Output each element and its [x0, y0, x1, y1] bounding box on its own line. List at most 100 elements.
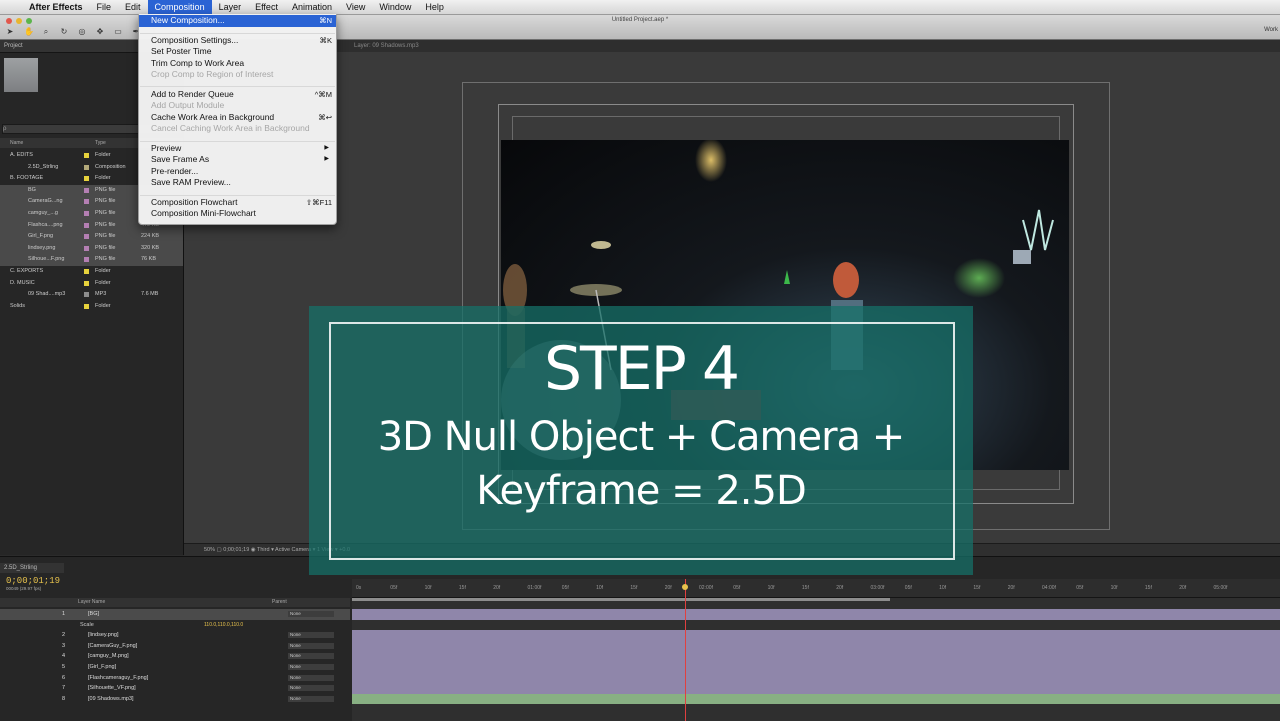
label-color-swatch[interactable]	[84, 164, 89, 170]
parent-dropdown[interactable]: None	[288, 695, 334, 702]
label-color-swatch[interactable]	[84, 199, 89, 205]
timeline-comp-tab[interactable]: 2.5D_Strling	[0, 563, 64, 573]
parent-dropdown[interactable]: None	[288, 642, 334, 649]
menu-item-trim-comp-to-work-area[interactable]: Trim Comp to Work Area	[139, 58, 336, 70]
layer-duration-bar[interactable]	[352, 640, 1280, 652]
menu-edit[interactable]: Edit	[118, 0, 148, 14]
label-color-swatch[interactable]	[84, 245, 89, 251]
menu-item-save-frame-as[interactable]: Save Frame As ▶	[139, 154, 336, 166]
parent-dropdown[interactable]: None	[288, 685, 334, 692]
layer-number: 6	[62, 674, 66, 681]
rectangle-tool-icon[interactable]: ▭	[114, 28, 122, 36]
label-color-swatch[interactable]	[84, 234, 89, 240]
label-color-swatch[interactable]	[84, 303, 89, 309]
layer-name[interactable]: [BG]	[88, 609, 99, 620]
layer-row[interactable]: 3 [CameraGuy_F.png] None	[0, 641, 350, 652]
layer-duration-bar[interactable]	[352, 683, 1280, 694]
menu-item-composition-mini-flowchart[interactable]: Composition Mini-Flowchart	[139, 208, 336, 220]
playhead-handle[interactable]	[682, 584, 688, 590]
layer-name[interactable]: [Flashcameraguy_F.png]	[88, 673, 148, 684]
menu-item-composition-settings[interactable]: Composition Settings... ⌘K	[139, 35, 336, 47]
layer-duration-bar[interactable]	[352, 672, 1280, 684]
menu-layer[interactable]: Layer	[212, 0, 249, 14]
menu-animation[interactable]: Animation	[285, 0, 339, 14]
menu-help[interactable]: Help	[418, 0, 451, 14]
layer-name[interactable]: [Girl_F.png]	[88, 662, 116, 673]
app-menu[interactable]: After Effects	[22, 0, 90, 14]
label-color-swatch[interactable]	[84, 268, 89, 274]
menu-item-composition-flowchart[interactable]: Composition Flowchart ⇧⌘F11	[139, 197, 336, 209]
label-color-swatch[interactable]	[84, 292, 89, 298]
layer-row[interactable]: 1 [BG] None	[0, 609, 350, 620]
pan-behind-tool-icon[interactable]: ✥	[96, 28, 104, 36]
menu-item-preview[interactable]: Preview ▶	[139, 143, 336, 155]
camera-tool-icon[interactable]: ◎	[78, 28, 86, 36]
project-item-name: CameraG...ng	[28, 198, 63, 205]
layer-row[interactable]: 4 [camguy_M.png] None	[0, 651, 350, 662]
current-timecode[interactable]: 0;00;01;19	[6, 576, 60, 586]
project-thumbnail	[4, 58, 38, 92]
current-time-indicator[interactable]	[685, 579, 686, 721]
time-ruler[interactable]: 0s 05f 10f 15f 20f 01:00f 05f 10f 15f 20f 02:00f 05…	[352, 579, 1280, 598]
project-item-row[interactable]: Silhoue...F.png PNG file 76 KB	[0, 254, 183, 266]
layer-name[interactable]: [lindsey.png]	[88, 630, 118, 641]
layer-duration-bar[interactable]	[352, 662, 1280, 673]
layer-viewer-tab[interactable]: Layer: 09 Shadows.mp3	[354, 40, 419, 52]
name-column-header[interactable]: Name	[10, 140, 23, 146]
project-item-row[interactable]: lindsey.png PNG file 320 KB	[0, 242, 183, 255]
layer-row[interactable]: 6 [Flashcameraguy_F.png] None	[0, 673, 350, 684]
menu-file[interactable]: File	[90, 0, 119, 14]
layer-duration-bar[interactable]	[352, 693, 1280, 705]
label-color-swatch[interactable]	[84, 257, 89, 263]
menu-item-new-composition[interactable]: New Composition... ⌘N	[139, 15, 336, 27]
label-color-swatch[interactable]	[84, 187, 89, 193]
parent-dropdown[interactable]: None	[288, 611, 334, 617]
layer-name-column[interactable]: Layer Name	[78, 599, 105, 605]
parent-dropdown[interactable]: None	[288, 663, 334, 670]
menu-effect[interactable]: Effect	[248, 0, 285, 14]
zoom-tool-icon[interactable]: ⌕	[42, 28, 50, 36]
layer-duration-bar[interactable]	[352, 651, 1280, 662]
menu-view[interactable]: View	[339, 0, 372, 14]
layer-name[interactable]: [Silhouette_VF.png]	[88, 683, 136, 694]
label-color-swatch[interactable]	[84, 153, 89, 158]
work-area-bar[interactable]	[352, 598, 890, 601]
layer-name[interactable]: [CameraGuy_F.png]	[88, 641, 137, 652]
scale-value[interactable]: 110.0,110.0,110.0	[204, 620, 243, 631]
parent-dropdown[interactable]: None	[288, 674, 334, 681]
menu-item-add-to-render-queue[interactable]: Add to Render Queue ^⌘M	[139, 89, 336, 101]
type-column-header[interactable]: Type	[95, 140, 106, 146]
property-name[interactable]: Scale	[80, 620, 94, 631]
layer-duration-bar[interactable]	[352, 609, 1280, 620]
parent-dropdown[interactable]: None	[288, 653, 334, 660]
layer-name[interactable]: [camguy_M.png]	[88, 651, 129, 662]
layer-duration-bar[interactable]	[352, 630, 1280, 641]
hand-tool-icon[interactable]: ✋	[24, 28, 34, 36]
layer-row[interactable]: 2 [lindsey.png] None	[0, 630, 350, 641]
rotate-tool-icon[interactable]: ↻	[60, 28, 68, 36]
menu-composition[interactable]: Composition	[147, 0, 212, 14]
label-color-swatch[interactable]	[84, 222, 89, 228]
menu-item-pre-render[interactable]: Pre-render...	[139, 166, 336, 178]
layer-row[interactable]: 5 [Girl_F.png] None	[0, 662, 350, 673]
project-item-row[interactable]: C. EXPORTS Folder	[0, 266, 183, 278]
property-row[interactable]: Scale 110.0,110.0,110.0	[0, 620, 350, 631]
parent-dropdown[interactable]: None	[288, 632, 334, 639]
project-item-type: MP3	[95, 291, 107, 298]
label-color-swatch[interactable]	[84, 176, 89, 182]
menu-item-save-ram-preview[interactable]: Save RAM Preview...	[139, 177, 336, 189]
parent-column[interactable]: Parent	[272, 599, 287, 605]
project-item-row[interactable]: Solids Folder	[0, 301, 183, 313]
menu-item-cache-work-area-in-background[interactable]: Cache Work Area in Background ⌘↩	[139, 112, 336, 124]
project-item-row[interactable]: D. MUSIC Folder	[0, 278, 183, 290]
layer-name[interactable]: [09 Shadows.mp3]	[88, 694, 134, 705]
menu-item-set-poster-time[interactable]: Set Poster Time	[139, 46, 336, 58]
selection-tool-icon[interactable]: ➤	[6, 28, 14, 36]
label-color-swatch[interactable]	[84, 280, 89, 286]
project-item-row[interactable]: 09 Shad....mp3 MP3 7.6 MB	[0, 289, 183, 301]
label-color-swatch[interactable]	[84, 210, 89, 216]
layer-row[interactable]: 8 [09 Shadows.mp3] None	[0, 694, 350, 705]
menu-window[interactable]: Window	[372, 0, 418, 14]
project-item-row[interactable]: Girl_F.png PNG file 224 KB	[0, 231, 183, 243]
layer-row[interactable]: 7 [Silhouette_VF.png] None	[0, 683, 350, 694]
